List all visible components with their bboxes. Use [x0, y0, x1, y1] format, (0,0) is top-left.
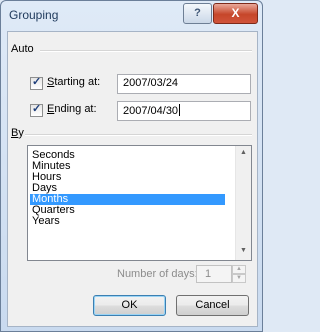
dialog-body: Auto ✓ Starting at: 2007/03/24 ✓ Ending …	[7, 31, 258, 327]
scroll-up-arrow-icon[interactable]: ▲	[240, 149, 247, 156]
starting-at-checkbox[interactable]: ✓	[30, 76, 43, 90]
list-item-hours[interactable]: Hours	[30, 172, 225, 183]
checkmark-icon: ✓	[32, 103, 42, 115]
question-mark-icon: ?	[194, 7, 201, 19]
ending-at-input[interactable]: 2007/04/30	[117, 101, 251, 121]
close-icon: X	[231, 6, 240, 20]
ok-button[interactable]: OK	[93, 295, 166, 316]
by-divider	[25, 134, 252, 136]
by-section-label: By	[11, 127, 24, 139]
text-caret	[179, 104, 181, 116]
starting-at-label: Starting at:	[47, 76, 101, 88]
help-button[interactable]: ?	[183, 3, 212, 24]
starting-at-input[interactable]: 2007/03/24	[117, 74, 251, 94]
cancel-button[interactable]: Cancel	[176, 295, 249, 316]
title-bar[interactable]: Grouping ? X	[1, 1, 262, 31]
number-of-days-label: Number of days:	[117, 268, 198, 280]
grouping-by-listbox[interactable]: Seconds Minutes Hours Days Months Quarte…	[27, 145, 252, 261]
number-of-days-input[interactable]: 1	[196, 265, 232, 283]
dialog-title: Grouping	[9, 8, 59, 22]
grouping-dialog: Grouping ? X Auto ✓ Starting at: 2007/03…	[0, 0, 263, 332]
close-button[interactable]: X	[213, 3, 258, 24]
listbox-scrollbar[interactable]: ▲ ▼	[235, 146, 251, 260]
ending-at-label: Ending at:	[47, 103, 97, 115]
ending-at-checkbox[interactable]: ✓	[30, 103, 43, 117]
auto-divider	[40, 50, 252, 52]
list-item-years[interactable]: Years	[30, 216, 225, 227]
spin-down-arrow-icon[interactable]: ▼	[232, 274, 246, 283]
spin-up-arrow-icon[interactable]: ▲	[232, 265, 246, 274]
scroll-down-arrow-icon[interactable]: ▼	[240, 247, 247, 254]
checkmark-icon: ✓	[32, 76, 42, 88]
auto-section-label: Auto	[11, 43, 34, 55]
